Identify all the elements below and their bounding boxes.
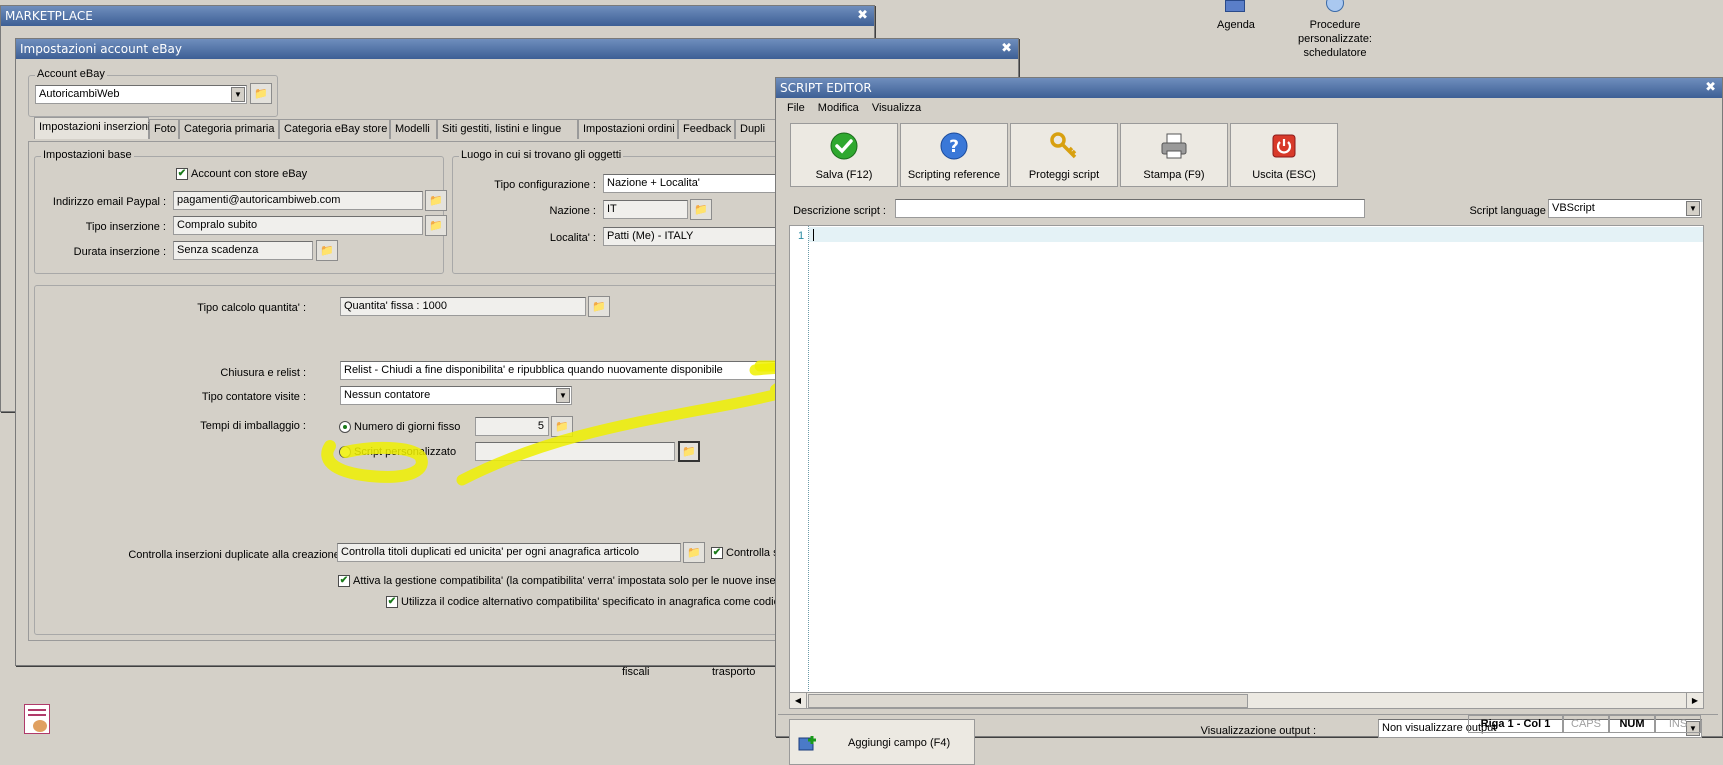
exit-button[interactable]: Uscita (ESC)	[1230, 123, 1338, 187]
script-language-select[interactable]: VBScript ▼	[1548, 199, 1702, 218]
scroll-left-arrow-icon[interactable]: ◀	[790, 693, 807, 708]
status-cells: Riga 1 - Col 1 CAPS NUM INS	[1468, 715, 1718, 733]
line-gutter	[790, 226, 809, 707]
scripting-reference-button[interactable]: ? Scripting reference	[900, 123, 1008, 187]
script-language-label: Script language :	[1469, 205, 1552, 217]
add-field-label: Aggiungi campo (F4)	[848, 737, 951, 749]
menu-modifica[interactable]: Modifica	[818, 102, 859, 114]
status-caps: CAPS	[1563, 715, 1609, 733]
svg-text:?: ?	[949, 137, 959, 157]
status-num: NUM	[1609, 715, 1655, 733]
protect-script-button[interactable]: Proteggi script	[1010, 123, 1118, 187]
menu-bar: File Modifica Visualizza	[787, 102, 931, 114]
print-button-label: Stampa (F9)	[1143, 169, 1205, 181]
current-line-highlight	[809, 227, 1703, 242]
status-ins: INS	[1655, 715, 1701, 733]
power-icon	[1272, 134, 1296, 158]
horizontal-scrollbar[interactable]: ◀ ▶	[789, 692, 1704, 709]
help-icon: ?	[940, 132, 968, 160]
protect-script-label: Proteggi script	[1028, 169, 1100, 181]
save-button[interactable]: Salva (F12)	[790, 123, 898, 187]
toolbar: Salva (F12) ? Scripting reference Proteg…	[790, 123, 1350, 187]
scroll-thumb[interactable]	[808, 694, 1248, 708]
menu-visualizza[interactable]: Visualizza	[872, 102, 921, 114]
chevron-down-icon: ▼	[1686, 201, 1700, 216]
script-editor-window: SCRIPT EDITOR ✖ File Modifica Visualizza…	[775, 77, 1723, 765]
script-editor-titlebar: SCRIPT EDITOR ✖	[776, 78, 1722, 98]
save-button-label: Salva (F12)	[815, 169, 873, 181]
line-number: 1	[798, 230, 805, 242]
scripting-reference-label: Scripting reference	[907, 169, 1001, 181]
exit-button-label: Uscita (ESC)	[1252, 169, 1316, 181]
script-editor-title: SCRIPT EDITOR	[780, 81, 872, 95]
print-button[interactable]: Stampa (F9)	[1120, 123, 1228, 187]
key-icon	[1050, 132, 1077, 159]
menu-file[interactable]: File	[787, 102, 805, 114]
text-cursor	[813, 229, 814, 241]
status-position: Riga 1 - Col 1	[1468, 715, 1563, 733]
check-icon	[830, 132, 858, 160]
code-editor[interactable]: 1	[789, 225, 1704, 708]
printer-icon	[1161, 133, 1187, 159]
scroll-right-arrow-icon[interactable]: ▶	[1686, 693, 1703, 708]
close-icon[interactable]: ✖	[1705, 78, 1716, 98]
descrizione-input[interactable]	[895, 199, 1365, 218]
descrizione-label: Descrizione script :	[793, 205, 886, 217]
